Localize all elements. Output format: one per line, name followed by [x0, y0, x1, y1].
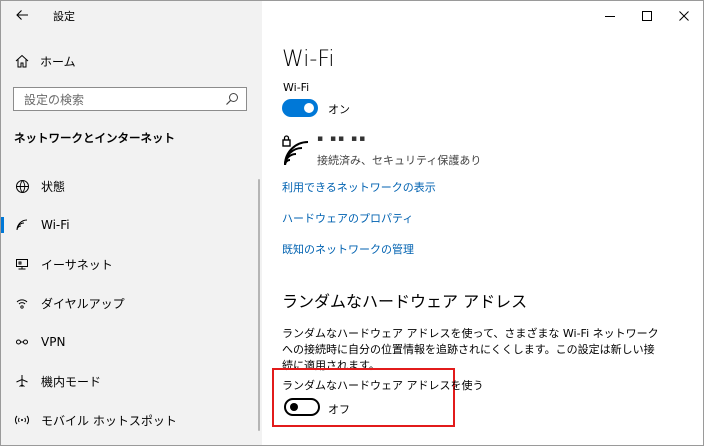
search-icon[interactable]: [225, 92, 239, 106]
random-address-heading: ランダムなハードウェア アドレス: [282, 292, 528, 311]
page-title: Wi-Fi: [282, 47, 335, 72]
sidebar-item-label: ダイヤルアップ: [41, 296, 125, 311]
sidebar-item-wifi[interactable]: Wi-Fi: [1, 210, 262, 240]
sidebar-item-status[interactable]: 状態: [1, 171, 262, 201]
ethernet-icon: [13, 255, 31, 273]
dialup-icon: [13, 294, 31, 312]
random-address-toggle-state: オフ: [328, 403, 350, 416]
close-button[interactable]: [666, 1, 702, 31]
settings-window: 設定 ホーム 設定の検索 ネットワークとインターネット 状態 Wi-Fi イーサ…: [0, 0, 704, 446]
vpn-icon: [13, 333, 31, 351]
globe-icon: [13, 177, 31, 195]
sidebar-item-label: イーサネット: [41, 257, 113, 272]
selection-indicator: [1, 217, 4, 233]
sidebar-item-vpn[interactable]: VPN: [1, 327, 262, 357]
sidebar-item-label: VPN: [41, 335, 66, 349]
sidebar-item-hotspot[interactable]: モバイル ホットスポット: [1, 405, 262, 435]
sidebar: 設定 ホーム 設定の検索 ネットワークとインターネット 状態 Wi-Fi イーサ…: [1, 1, 262, 445]
connected-network[interactable]: ▪ ▪▪ ▪▪ 接続済み、セキュリティ保護あり: [281, 132, 541, 172]
network-name: ▪ ▪▪ ▪▪: [317, 134, 368, 144]
back-arrow-icon: [16, 10, 28, 20]
titlebar-left: 設定: [1, 1, 262, 31]
airplane-icon: [13, 372, 31, 390]
home-icon: [13, 52, 31, 70]
search-input[interactable]: 設定の検索: [24, 91, 225, 108]
section-title: ネットワークとインターネット: [14, 131, 175, 145]
sidebar-item-airplane[interactable]: 機内モード: [1, 366, 262, 396]
home-label: ホーム: [40, 54, 76, 69]
show-available-networks-link[interactable]: 利用できるネットワークの表示: [282, 179, 436, 195]
hardware-properties-link[interactable]: ハードウェアのプロパティ: [282, 210, 413, 226]
wifi-label: Wi-Fi: [283, 81, 310, 94]
sidebar-item-label: 状態: [41, 179, 66, 194]
close-icon: [679, 11, 689, 21]
random-address-toggle[interactable]: [284, 398, 320, 416]
toggle-knob: [290, 403, 298, 411]
maximize-icon: [642, 11, 652, 21]
wifi-toggle-state: オン: [328, 103, 350, 116]
sidebar-item-label: 機内モード: [41, 374, 102, 389]
hotspot-icon: [13, 411, 31, 429]
wifi-toggle[interactable]: [282, 99, 318, 117]
random-address-description: ランダムなハードウェア アドレスを使って、さまざまな Wi-Fi ネットワークへ…: [282, 327, 659, 372]
minimize-icon: [605, 16, 615, 17]
sidebar-item-ethernet[interactable]: イーサネット: [1, 249, 262, 279]
sidebar-scrollbar[interactable]: [258, 179, 260, 431]
network-status: 接続済み、セキュリティ保護あり: [317, 154, 482, 167]
toggle-knob: [304, 103, 314, 113]
back-button[interactable]: [7, 3, 37, 27]
random-address-setting-label: ランダムなハードウェア アドレスを使う: [282, 379, 484, 392]
sidebar-item-label: Wi-Fi: [41, 218, 70, 232]
wifi-icon: [13, 216, 31, 234]
app-title: 設定: [53, 10, 75, 23]
search-box[interactable]: 設定の検索: [13, 87, 247, 111]
sidebar-item-label: モバイル ホットスポット: [41, 413, 177, 428]
maximize-button[interactable]: [629, 1, 665, 31]
minimize-button[interactable]: [592, 1, 628, 31]
manage-known-networks-link[interactable]: 既知のネットワークの管理: [282, 241, 414, 257]
wifi-secured-signal-icon: [282, 135, 309, 166]
sidebar-item-dialup[interactable]: ダイヤルアップ: [1, 288, 262, 318]
sidebar-item-home[interactable]: ホーム: [1, 48, 262, 74]
